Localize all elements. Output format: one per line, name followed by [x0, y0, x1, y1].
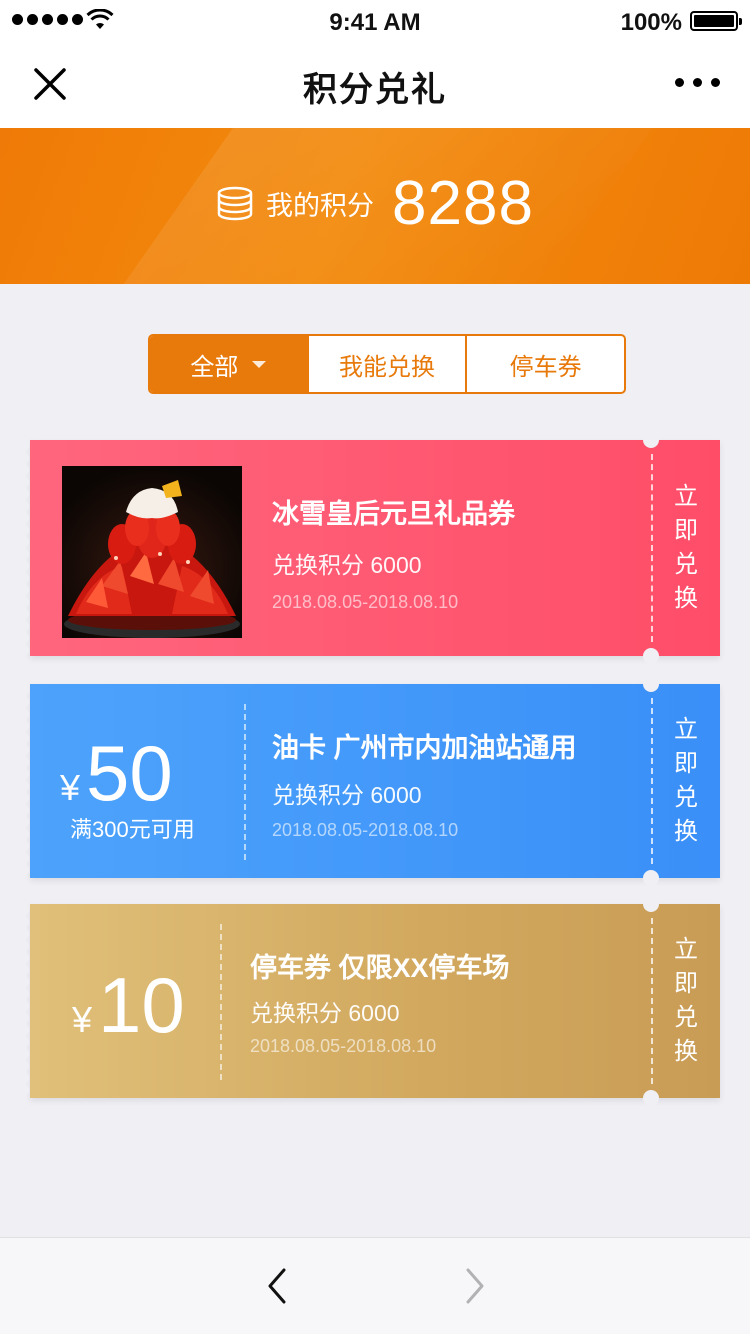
- coupon-date: 2018.08.05-2018.08.10: [272, 820, 459, 840]
- coupon-title: 停车券 仅限XX停车场: [250, 953, 510, 983]
- coupon-title: 油卡 广州市内加油站通用: [272, 733, 577, 763]
- tab-parking[interactable]: 停车券: [465, 336, 624, 392]
- ticket-edge: [25, 904, 35, 1098]
- tab-all-label: 全部: [190, 353, 239, 381]
- battery-icon: [690, 11, 742, 31]
- redeem-button[interactable]: 立 即 兑 换: [652, 440, 720, 656]
- redeem-button[interactable]: 立 即 兑 换: [652, 684, 720, 878]
- more-icon[interactable]: [675, 78, 720, 87]
- currency-symbol: ¥: [60, 767, 81, 808]
- redeem-char: 立: [674, 483, 698, 510]
- points-banner: 我的积分 8288: [0, 128, 750, 284]
- coupon-points: 兑换积分 6000: [250, 1000, 400, 1026]
- nav-bar: 积分兑礼: [0, 42, 750, 128]
- divider: [220, 924, 222, 1080]
- ticket-edge: [25, 684, 35, 878]
- redeem-char: 即: [674, 750, 698, 777]
- coupon-points: 兑换积分 6000: [272, 782, 422, 808]
- redeem-char: 兑: [674, 551, 698, 578]
- dessert-image: [62, 466, 242, 638]
- forward-arrow-icon[interactable]: [460, 1266, 490, 1306]
- status-bar: 9:41 AM 100%: [0, 0, 750, 42]
- redeem-button[interactable]: 立 即 兑 换: [652, 904, 720, 1098]
- coins-icon: [217, 186, 253, 220]
- browser-toolbar: [0, 1237, 750, 1334]
- redeem-char: 换: [674, 1038, 698, 1065]
- redeem-char: 兑: [674, 784, 698, 811]
- coupon-card[interactable]: ¥ 50 满300元可用 油卡 广州市内加油站通用 兑换积分 6000 2018…: [25, 676, 720, 886]
- filter-tabs: 全部 我能兑换 停车券: [148, 334, 626, 394]
- redeem-char: 换: [674, 585, 698, 612]
- redeem-char: 立: [674, 716, 698, 743]
- points-value: 8288: [392, 169, 534, 238]
- redeem-char: 即: [674, 517, 698, 544]
- coupon-points: 兑换积分 6000: [272, 552, 422, 578]
- battery-percent: 100%: [620, 9, 682, 36]
- page-title: 积分兑礼: [303, 71, 447, 109]
- coupon-date: 2018.08.05-2018.08.10: [272, 592, 459, 612]
- caret-down-icon: [252, 360, 267, 368]
- currency-symbol: ¥: [72, 999, 93, 1040]
- tab-redeemable[interactable]: 我能兑换: [306, 336, 466, 392]
- redeem-char: 兑: [674, 1004, 698, 1031]
- redeem-char: 换: [674, 818, 698, 845]
- redeem-char: 立: [674, 936, 698, 963]
- coupon-card[interactable]: ¥ 10 停车券 仅限XX停车场 兑换积分 6000 2018.08.05-20…: [25, 896, 720, 1106]
- amount-value: 50: [86, 729, 173, 817]
- ticket-edge: [25, 440, 35, 656]
- back-arrow-icon[interactable]: [262, 1266, 292, 1306]
- coupon-title: 冰雪皇后元旦礼品券: [272, 499, 515, 529]
- divider: [244, 704, 246, 860]
- coupon-condition: 满300元可用: [70, 817, 195, 842]
- redeem-char: 即: [674, 970, 698, 997]
- tab-all[interactable]: 全部: [150, 336, 307, 392]
- coupon-date: 2018.08.05-2018.08.10: [250, 1036, 437, 1056]
- points-label: 我的积分: [266, 191, 375, 221]
- coupon-amount: ¥ 10: [72, 966, 185, 1044]
- amount-value: 10: [98, 961, 185, 1049]
- coupon-amount: ¥ 50: [60, 734, 173, 812]
- coupon-card[interactable]: 冰雪皇后元旦礼品券 兑换积分 6000 2018.08.05-2018.08.1…: [25, 432, 720, 664]
